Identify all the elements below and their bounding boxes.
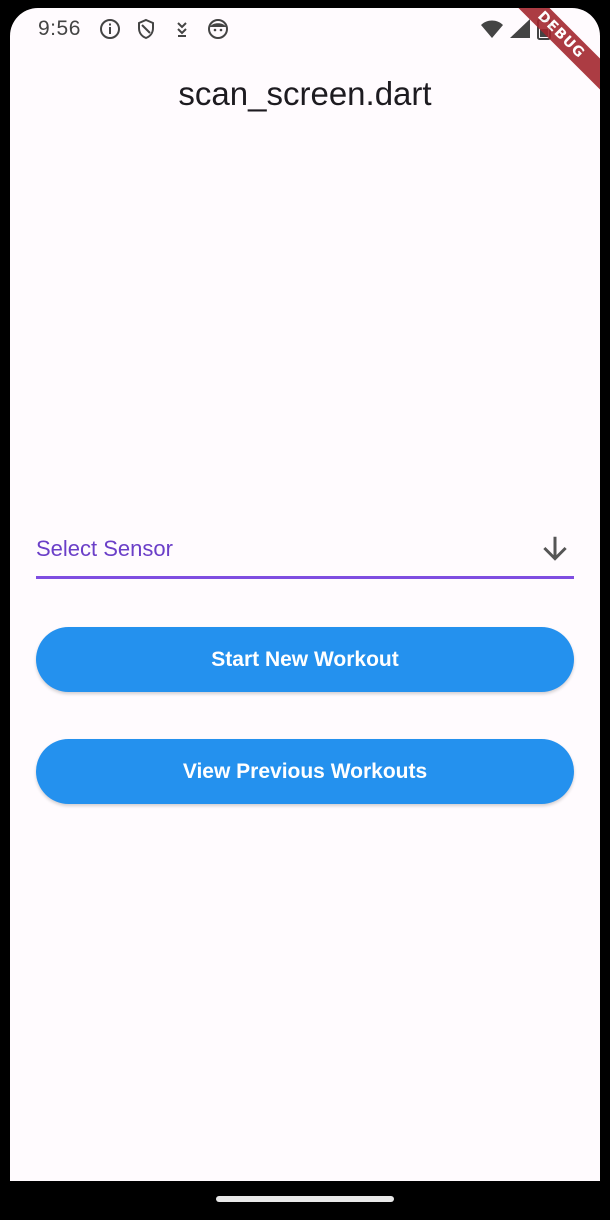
- start-new-workout-button[interactable]: Start New Workout: [36, 627, 574, 692]
- download-arrow-icon: [177, 22, 187, 37]
- arrow-down-icon: [543, 536, 567, 561]
- status-bar: 9:56 DEBUG: [10, 8, 600, 96]
- app-bar: scan_screen.dart: [10, 64, 600, 124]
- sensor-dropdown-hint: Select Sensor: [36, 536, 173, 561]
- face-icon: [208, 19, 228, 39]
- home-indicator[interactable]: [216, 1196, 394, 1202]
- signal-icon: [510, 19, 530, 38]
- view-previous-workouts-button[interactable]: View Previous Workouts: [36, 739, 574, 804]
- status-time: 9:56: [38, 17, 81, 40]
- sensor-dropdown[interactable]: Select Sensor: [36, 528, 574, 579]
- wifi-icon: [481, 20, 503, 38]
- page-title: scan_screen.dart: [178, 75, 432, 112]
- system-navigation-bar: [0, 1181, 610, 1220]
- shield-icon: [138, 18, 154, 40]
- info-icon: [100, 19, 120, 39]
- app-screen: 9:56 DEBUG scan_screen.dart Select Senso…: [10, 8, 600, 1181]
